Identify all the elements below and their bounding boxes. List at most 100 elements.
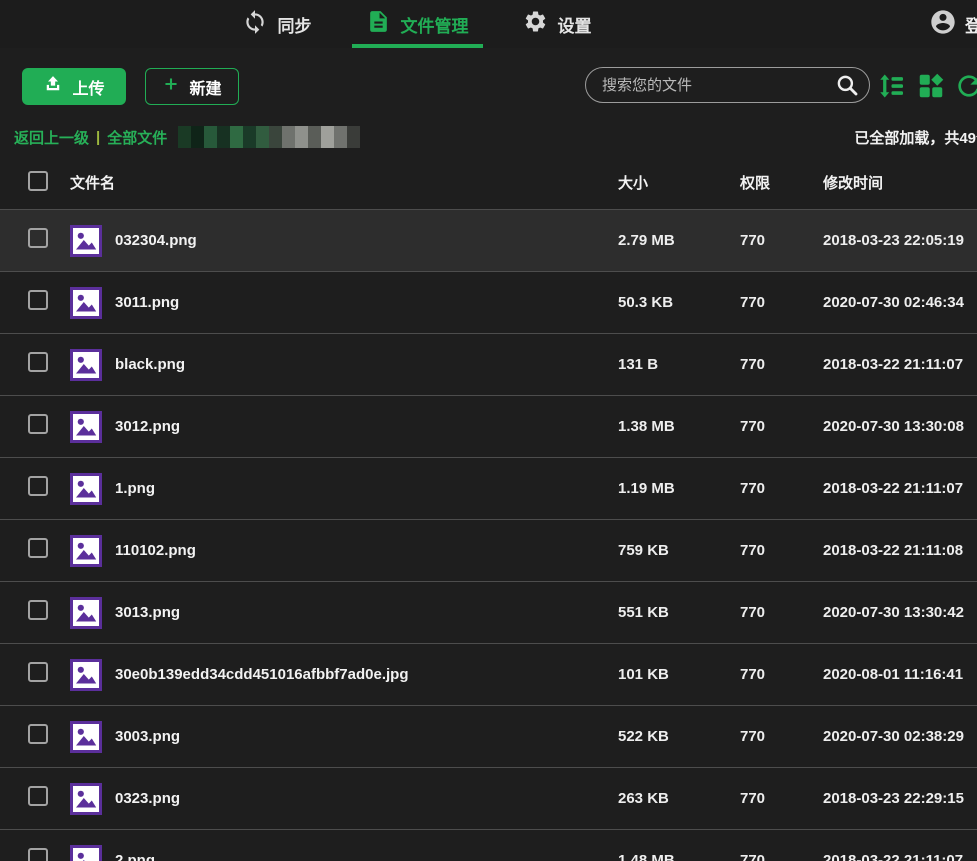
file-size: 2.79 MB	[618, 232, 740, 249]
file-manager-app: 同步 文件管理 设置 登录	[0, 0, 977, 861]
header-size[interactable]: 大小	[618, 172, 740, 193]
nav-tabs: 同步 文件管理 设置	[228, 0, 606, 48]
file-size: 1.19 MB	[618, 480, 740, 497]
row-checkbox[interactable]	[28, 290, 48, 310]
file-permission: 770	[740, 852, 823, 861]
select-all-checkbox[interactable]	[28, 171, 48, 191]
table-row[interactable]: 2.png 1.48 MB 770 2018-03-22 21:11:07	[0, 829, 977, 861]
search-input[interactable]	[585, 67, 870, 103]
file-size: 759 KB	[618, 542, 740, 559]
file-mtime: 2018-03-23 22:05:19	[823, 232, 977, 249]
refresh-icon[interactable]	[953, 70, 977, 102]
file-permission: 770	[740, 418, 823, 435]
file-mtime: 2020-07-30 02:46:34	[823, 294, 977, 311]
file-mtime: 2018-03-22 21:11:07	[823, 852, 977, 861]
file-name: 3013.png	[115, 604, 180, 621]
row-checkbox[interactable]	[28, 228, 48, 248]
table-row[interactable]: 3013.png 551 KB 770 2020-07-30 13:30:42	[0, 581, 977, 643]
upload-button[interactable]: 上传	[22, 68, 126, 105]
file-permission: 770	[740, 790, 823, 807]
file-mtime: 2020-07-30 13:30:42	[823, 604, 977, 621]
table-row[interactable]: 3012.png 1.38 MB 770 2020-07-30 13:30:08	[0, 395, 977, 457]
file-name: 0323.png	[115, 790, 180, 807]
image-file-icon	[70, 597, 102, 629]
breadcrumb-separator: |	[96, 129, 100, 146]
table-row[interactable]: 1.png 1.19 MB 770 2018-03-22 21:11:07	[0, 457, 977, 519]
file-mtime: 2018-03-22 21:11:08	[823, 542, 977, 559]
table-row[interactable]: 032304.png 2.79 MB 770 2018-03-23 22:05:…	[0, 209, 977, 271]
login-button[interactable]: 登录	[929, 0, 977, 48]
row-checkbox[interactable]	[28, 352, 48, 372]
load-status-text: 已全部加载，共49个	[854, 127, 977, 148]
plus-icon	[162, 75, 180, 98]
file-permission: 770	[740, 356, 823, 373]
row-checkbox[interactable]	[28, 848, 48, 861]
file-mtime: 2018-03-22 21:11:07	[823, 356, 977, 373]
file-permission: 770	[740, 542, 823, 559]
row-checkbox[interactable]	[28, 786, 48, 806]
redacted-path	[178, 126, 360, 148]
tab-sync-label: 同步	[278, 12, 312, 37]
tab-sync[interactable]: 同步	[228, 0, 326, 48]
file-name: 2.png	[115, 852, 155, 861]
new-button[interactable]: 新建	[145, 68, 239, 105]
file-size: 263 KB	[618, 790, 740, 807]
file-name: 30e0b139edd34cdd451016afbbf7ad0e.jpg	[115, 666, 408, 683]
file-size: 1.38 MB	[618, 418, 740, 435]
file-permission: 770	[740, 666, 823, 683]
search-icon[interactable]	[834, 72, 860, 103]
sync-icon	[242, 9, 268, 40]
upload-icon	[43, 74, 63, 99]
image-file-icon	[70, 473, 102, 505]
toolbar: 上传 新建	[0, 48, 977, 120]
grid-view-icon[interactable]	[916, 71, 946, 101]
tab-settings-label: 设置	[558, 12, 592, 37]
file-permission: 770	[740, 294, 823, 311]
file-permission: 770	[740, 728, 823, 745]
file-size: 50.3 KB	[618, 294, 740, 311]
table-row[interactable]: 110102.png 759 KB 770 2018-03-22 21:11:0…	[0, 519, 977, 581]
file-size: 131 B	[618, 356, 740, 373]
header-mtime[interactable]: 修改时间	[823, 172, 977, 193]
table-row[interactable]: 3003.png 522 KB 770 2020-07-30 02:38:29	[0, 705, 977, 767]
row-checkbox[interactable]	[28, 662, 48, 682]
row-checkbox[interactable]	[28, 414, 48, 434]
file-table-body: 032304.png 2.79 MB 770 2018-03-23 22:05:…	[0, 209, 977, 861]
file-mtime: 2020-07-30 02:38:29	[823, 728, 977, 745]
file-name: 1.png	[115, 480, 155, 497]
file-document-icon	[366, 9, 391, 39]
all-files-link[interactable]: 全部文件	[107, 127, 167, 148]
image-file-icon	[70, 845, 102, 861]
file-name: 3012.png	[115, 418, 180, 435]
table-row[interactable]: black.png 131 B 770 2018-03-22 21:11:07	[0, 333, 977, 395]
new-label: 新建	[189, 75, 221, 99]
file-permission: 770	[740, 480, 823, 497]
table-row[interactable]: 30e0b139edd34cdd451016afbbf7ad0e.jpg 101…	[0, 643, 977, 705]
row-checkbox[interactable]	[28, 724, 48, 744]
tab-settings[interactable]: 设置	[509, 0, 606, 48]
row-checkbox[interactable]	[28, 538, 48, 558]
back-up-level-link[interactable]: 返回上一级	[14, 127, 89, 148]
row-checkbox[interactable]	[28, 600, 48, 620]
image-file-icon	[70, 783, 102, 815]
image-file-icon	[70, 225, 102, 257]
file-size: 101 KB	[618, 666, 740, 683]
image-file-icon	[70, 535, 102, 567]
file-name: 032304.png	[115, 232, 197, 249]
tab-file-management[interactable]: 文件管理	[352, 0, 483, 48]
table-row[interactable]: 3011.png 50.3 KB 770 2020-07-30 02:46:34	[0, 271, 977, 333]
top-nav: 同步 文件管理 设置 登录	[0, 0, 977, 48]
sort-list-icon[interactable]	[876, 71, 906, 101]
row-checkbox[interactable]	[28, 476, 48, 496]
header-permission[interactable]: 权限	[740, 172, 823, 193]
header-filename[interactable]: 文件名	[70, 172, 618, 193]
file-name: 3011.png	[115, 294, 179, 311]
file-size: 1.48 MB	[618, 852, 740, 861]
table-row[interactable]: 0323.png 263 KB 770 2018-03-23 22:29:15	[0, 767, 977, 829]
file-permission: 770	[740, 604, 823, 621]
image-file-icon	[70, 659, 102, 691]
tab-file-management-label: 文件管理	[401, 12, 469, 37]
file-size: 551 KB	[618, 604, 740, 621]
breadcrumb-row: 返回上一级 | 全部文件 已全部加载，共49个	[0, 120, 977, 156]
search-box	[585, 67, 870, 103]
